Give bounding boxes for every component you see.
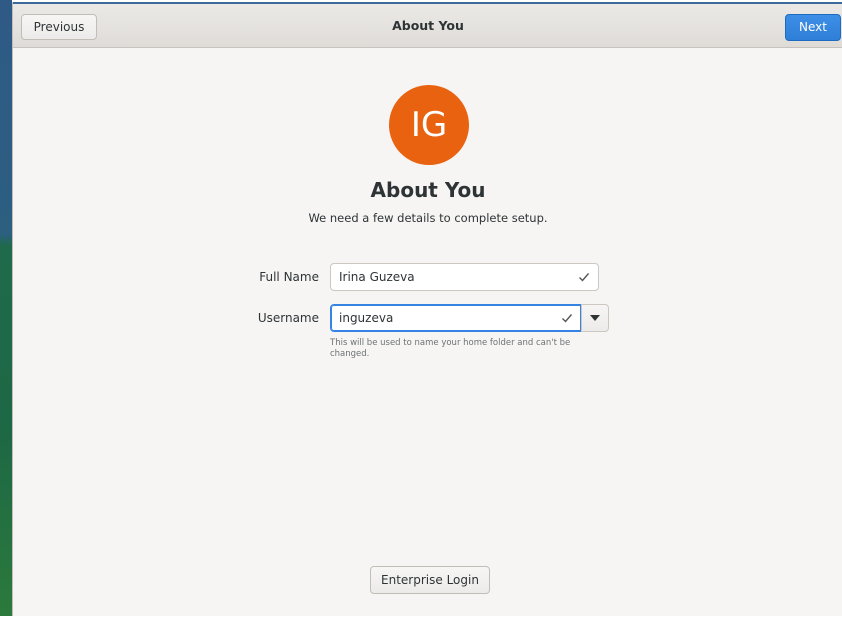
username-value: inguzeva: [339, 311, 394, 325]
username-field[interactable]: inguzeva: [330, 304, 582, 332]
desktop-background: [0, 0, 12, 616]
checkmark-icon: [561, 310, 573, 324]
full-name-field[interactable]: Irina Guzeva: [330, 263, 599, 291]
username-label: Username: [257, 311, 319, 325]
page-subtitle: We need a few details to complete setup.: [308, 211, 548, 225]
full-name-value: Irina Guzeva: [339, 270, 415, 284]
enterprise-login-button[interactable]: Enterprise Login: [370, 566, 490, 594]
setup-window: Previous About You Next IG About You We …: [12, 2, 842, 616]
username-dropdown-button[interactable]: [581, 304, 609, 332]
full-name-label: Full Name: [259, 270, 319, 284]
next-button[interactable]: Next: [785, 14, 841, 41]
username-hint: This will be used to name your home fold…: [330, 338, 571, 359]
header-bar: Previous About You Next: [13, 2, 842, 48]
page-title: About You: [370, 178, 486, 202]
avatar[interactable]: IG: [389, 85, 469, 165]
window-title: About You: [392, 18, 464, 33]
checkmark-icon: [578, 269, 590, 283]
